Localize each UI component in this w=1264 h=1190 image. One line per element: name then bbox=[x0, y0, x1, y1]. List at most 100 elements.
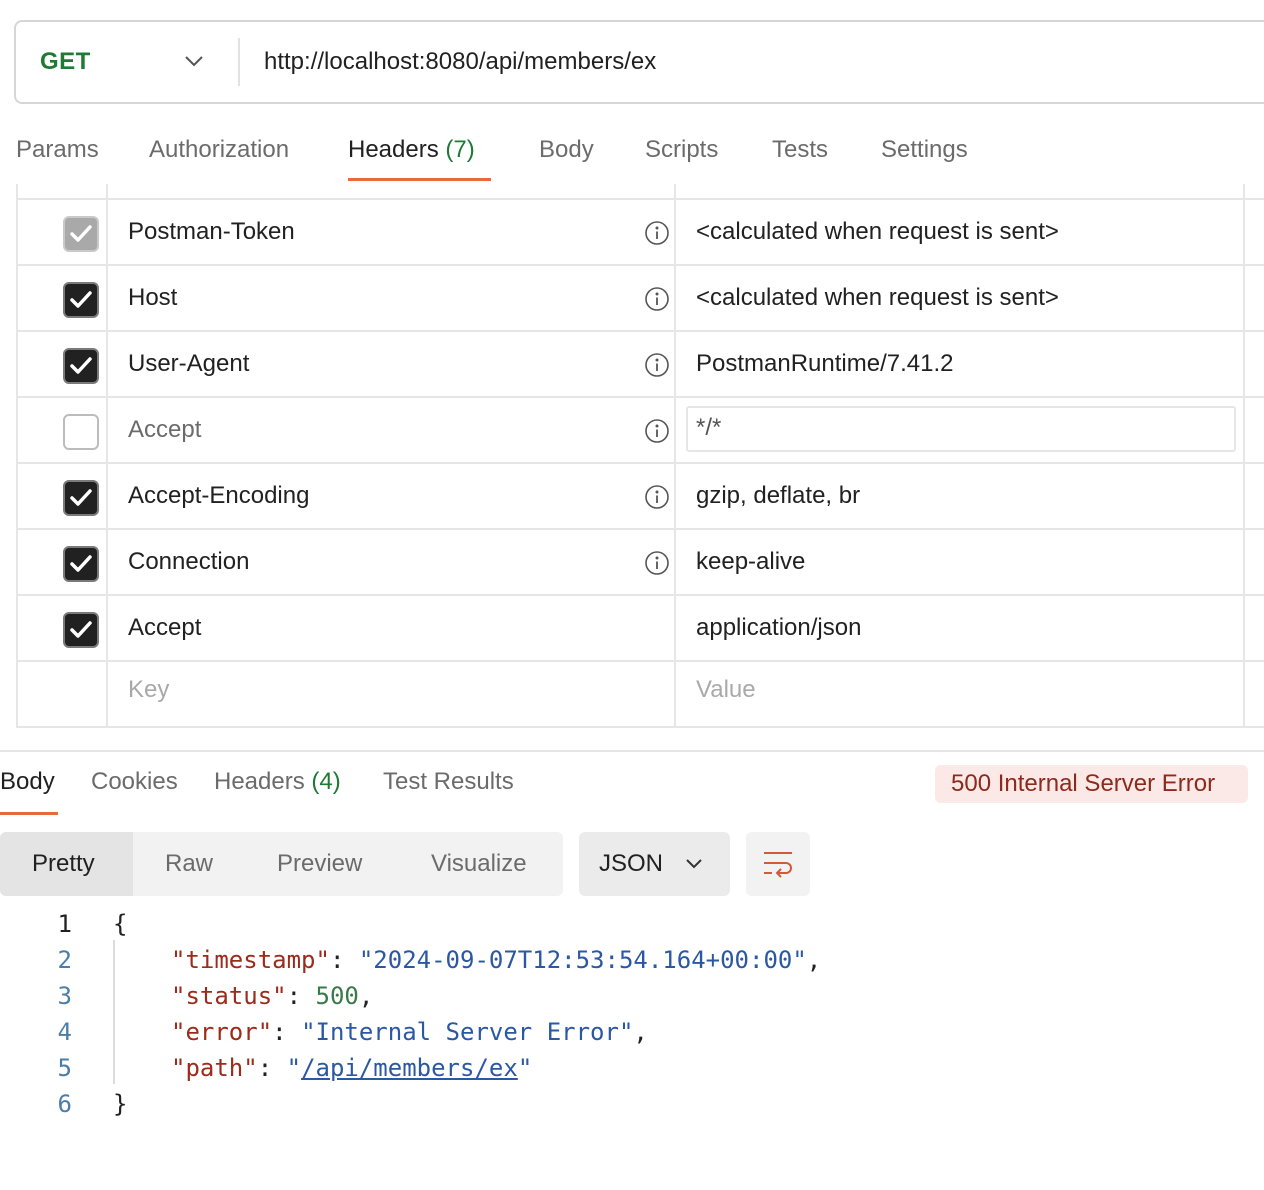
header-value[interactable]: keep-alive bbox=[696, 548, 805, 576]
line-number: 6 bbox=[57, 1090, 72, 1118]
response-tab-headers-count: (4) bbox=[311, 768, 341, 795]
method-select[interactable]: GET bbox=[40, 48, 91, 76]
info-icon[interactable] bbox=[644, 286, 670, 312]
json-colon: : bbox=[286, 982, 316, 1010]
line-number: 3 bbox=[57, 982, 72, 1010]
check-icon bbox=[70, 225, 92, 242]
json-line: "status": 500, bbox=[171, 982, 373, 1010]
view-mode-visualize[interactable]: Visualize bbox=[431, 832, 527, 896]
json-key: "path" bbox=[171, 1054, 258, 1082]
header-checkbox[interactable] bbox=[63, 282, 99, 318]
json-key: "error" bbox=[171, 1018, 273, 1046]
view-mode-preview[interactable]: Preview bbox=[277, 832, 362, 896]
json-comma: , bbox=[806, 946, 822, 974]
response-divider[interactable] bbox=[0, 750, 1264, 752]
json-value: "Internal Server Error" bbox=[301, 1018, 634, 1046]
header-value[interactable]: <calculated when request is sent> bbox=[696, 284, 1059, 312]
wrap-lines-button[interactable] bbox=[746, 832, 810, 896]
header-value-input[interactable]: */* bbox=[686, 406, 1236, 452]
header-value[interactable]: PostmanRuntime/7.41.2 bbox=[696, 350, 953, 378]
header-checkbox[interactable] bbox=[63, 348, 99, 384]
tab-params[interactable]: Params bbox=[16, 136, 99, 164]
response-tab-test-results[interactable]: Test Results bbox=[383, 768, 514, 796]
table-row: Accept application/json bbox=[18, 594, 1264, 660]
tab-settings[interactable]: Settings bbox=[881, 136, 968, 164]
tab-headers-label: Headers bbox=[348, 136, 439, 163]
json-colon: : bbox=[329, 946, 359, 974]
tab-headers[interactable]: Headers (7) bbox=[348, 136, 475, 164]
table-row: Postman-Token <calculated when request i… bbox=[18, 198, 1264, 264]
chevron-down-icon bbox=[686, 859, 702, 869]
tab-headers-count: (7) bbox=[445, 136, 475, 163]
json-line: "timestamp": "2024-09-07T12:53:54.164+00… bbox=[171, 946, 821, 974]
header-value[interactable]: gzip, deflate, br bbox=[696, 482, 860, 510]
line-number: 1 bbox=[57, 910, 72, 938]
header-checkbox[interactable] bbox=[63, 546, 99, 582]
request-url-bar: GET http://localhost:8080/api/members/ex bbox=[14, 20, 1264, 104]
view-mode-raw[interactable]: Raw bbox=[165, 832, 213, 896]
response-tab-cookies[interactable]: Cookies bbox=[91, 768, 178, 796]
json-key: "timestamp" bbox=[171, 946, 330, 974]
header-key[interactable]: Accept bbox=[128, 614, 201, 642]
info-icon[interactable] bbox=[644, 418, 670, 444]
new-key-input[interactable]: Key bbox=[128, 676, 169, 704]
new-value-input[interactable]: Value bbox=[696, 676, 756, 704]
view-mode-pretty[interactable]: Pretty bbox=[0, 832, 133, 896]
response-body-code[interactable]: 1 2 3 4 5 6 { "timestamp": "2024-09-07T1… bbox=[0, 904, 1264, 1134]
wrap-lines-icon bbox=[764, 852, 792, 878]
table-row: Host <calculated when request is sent> bbox=[18, 264, 1264, 330]
response-tab-body[interactable]: Body bbox=[0, 768, 55, 796]
tab-scripts[interactable]: Scripts bbox=[645, 136, 718, 164]
line-number: 2 bbox=[57, 946, 72, 974]
json-path-link[interactable]: /api/members/ex bbox=[301, 1054, 518, 1082]
json-comma: , bbox=[358, 982, 374, 1010]
active-tab-indicator bbox=[348, 178, 491, 181]
header-key[interactable]: Accept bbox=[128, 416, 201, 444]
info-icon[interactable] bbox=[644, 484, 670, 510]
header-key[interactable]: Connection bbox=[128, 548, 249, 576]
header-key[interactable]: Accept-Encoding bbox=[128, 482, 309, 510]
line-number: 5 bbox=[57, 1054, 72, 1082]
check-icon bbox=[70, 357, 92, 374]
json-line: "error": "Internal Server Error", bbox=[171, 1018, 648, 1046]
json-value: "2024-09-07T12:53:54.164+00:00" bbox=[358, 946, 807, 974]
json-open-brace: { bbox=[113, 910, 128, 938]
line-number: 4 bbox=[57, 1018, 72, 1046]
table-row: User-Agent PostmanRuntime/7.41.2 bbox=[18, 330, 1264, 396]
json-value: 500 bbox=[315, 982, 359, 1010]
header-value: */* bbox=[696, 414, 722, 441]
header-key[interactable]: User-Agent bbox=[128, 350, 249, 378]
response-tab-headers-label: Headers bbox=[214, 768, 305, 795]
json-comma: , bbox=[633, 1018, 648, 1046]
header-checkbox[interactable] bbox=[63, 414, 99, 450]
json-line: "path": "/api/members/ex" bbox=[171, 1054, 532, 1082]
status-text: 500 Internal Server Error bbox=[951, 770, 1216, 797]
request-tabs: Params Authorization Headers (7) Body Sc… bbox=[0, 128, 1264, 184]
tab-authorization[interactable]: Authorization bbox=[149, 136, 289, 164]
tab-tests[interactable]: Tests bbox=[772, 136, 828, 164]
check-icon bbox=[70, 489, 92, 506]
table-row: Connection keep-alive bbox=[18, 528, 1264, 594]
header-value[interactable]: application/json bbox=[696, 614, 861, 642]
header-checkbox[interactable] bbox=[63, 612, 99, 648]
check-icon bbox=[70, 291, 92, 308]
status-badge[interactable]: 500 Internal Server Error bbox=[935, 765, 1248, 803]
response-tab-headers[interactable]: Headers (4) bbox=[214, 768, 341, 796]
header-key[interactable]: Host bbox=[128, 284, 177, 312]
tab-body[interactable]: Body bbox=[539, 136, 594, 164]
url-separator bbox=[238, 38, 240, 86]
info-icon[interactable] bbox=[644, 352, 670, 378]
format-label: JSON bbox=[599, 850, 664, 877]
info-icon[interactable] bbox=[644, 550, 670, 576]
view-mode-selector: Pretty Raw Preview Visualize bbox=[0, 832, 563, 896]
active-response-tab-indicator bbox=[0, 812, 58, 815]
indent-guide bbox=[113, 940, 115, 1084]
header-checkbox[interactable] bbox=[63, 480, 99, 516]
format-select[interactable]: JSON bbox=[579, 832, 730, 896]
url-input[interactable]: http://localhost:8080/api/members/ex bbox=[264, 48, 656, 76]
table-row-new: Key Value bbox=[18, 660, 1264, 726]
info-icon[interactable] bbox=[644, 220, 670, 246]
check-icon bbox=[70, 555, 92, 572]
chevron-down-icon[interactable] bbox=[184, 54, 204, 68]
json-colon: : bbox=[272, 1018, 302, 1046]
